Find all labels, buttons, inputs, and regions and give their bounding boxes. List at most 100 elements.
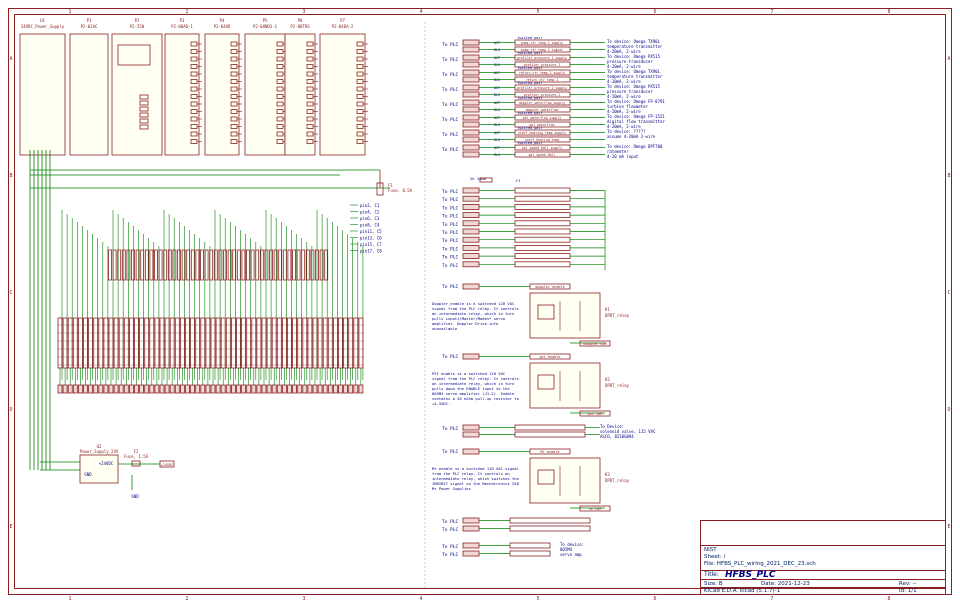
twisted-pair-label: twisted pair xyxy=(517,66,542,70)
tb-rev: Rev: -- xyxy=(899,581,917,587)
terminal-block-end xyxy=(246,384,252,394)
terminal-block xyxy=(195,317,201,369)
terminal-block-end xyxy=(103,384,109,394)
terminal-block-end xyxy=(332,384,338,394)
plc-flag xyxy=(462,46,480,53)
net-label-box xyxy=(154,249,158,281)
net-label xyxy=(514,220,571,227)
terminal-block-end xyxy=(266,384,272,394)
plc-flag xyxy=(462,121,480,128)
relay-input-net: doppler_enable xyxy=(535,285,565,289)
to-plc-label: To PLC xyxy=(442,230,459,236)
to-plc-label: To PLC xyxy=(442,527,459,533)
terminal-block xyxy=(93,317,99,369)
plc-flag xyxy=(462,203,480,210)
terminal-block-end xyxy=(348,384,354,394)
resistor-ref: F1 xyxy=(516,178,521,183)
pin-label: pin4, C2 xyxy=(360,210,380,215)
plc-flag xyxy=(462,448,480,455)
terminal-block-end xyxy=(322,384,328,394)
net-label-box xyxy=(190,249,195,281)
net-label-box xyxy=(167,249,172,281)
zone-label-right: E xyxy=(947,524,950,530)
terminal-block-end xyxy=(241,384,247,394)
plc-flag xyxy=(462,136,480,143)
zone-label-left: A xyxy=(9,56,12,62)
terminal-block xyxy=(78,317,83,369)
to-plc-label: To PLC xyxy=(442,42,459,48)
terminal-block xyxy=(144,317,150,369)
terminal-block-end xyxy=(149,384,155,394)
to-plc-label: To PLC xyxy=(442,147,459,153)
terminal-block-end xyxy=(164,384,170,394)
zone-label-top: 5 xyxy=(536,9,539,15)
terminal-block-end xyxy=(251,384,257,394)
module-name: P2-04DA-2 xyxy=(332,24,354,29)
plc-flag xyxy=(462,244,480,251)
plc-module-P1 xyxy=(69,33,109,156)
plc-flag xyxy=(462,517,480,524)
pin-label: pin8, C4 xyxy=(360,223,380,228)
net-label-box xyxy=(195,249,200,281)
net-label-box xyxy=(264,249,269,281)
terminal-block-end xyxy=(144,384,150,394)
wire-color: BLK xyxy=(494,78,501,82)
to-plc-label: To PLC xyxy=(442,544,459,550)
fuse-value: Fuse, 1.5A xyxy=(124,454,149,459)
net-label-box xyxy=(200,249,204,281)
net-label-box xyxy=(319,249,324,281)
twisted-pair-label: twisted pair xyxy=(517,126,542,130)
terminal-block-end xyxy=(134,384,139,394)
terminal-block-end xyxy=(281,384,287,394)
plc-flag xyxy=(462,228,480,235)
net-label-box xyxy=(241,249,246,281)
terminal-block-end xyxy=(297,384,303,394)
relay-input-net: Mr_enable xyxy=(541,450,560,454)
terminal-block xyxy=(266,317,272,369)
terminal-block-end xyxy=(205,384,211,394)
terminal-block xyxy=(332,317,338,369)
zone-label-right: A xyxy=(947,56,950,62)
to-plc-label: To PLC xyxy=(442,57,459,63)
zone-label-left: B xyxy=(9,173,12,179)
terminal-block xyxy=(220,317,226,369)
pin-label: pin2, C1 xyxy=(360,203,380,208)
module-ref: P5 xyxy=(263,18,268,23)
plc-flag xyxy=(462,99,480,106)
terminal-block xyxy=(297,317,303,369)
twisted-pair-label: twisted pair xyxy=(517,81,542,85)
terminal-block xyxy=(322,317,328,369)
module-ref: P7 xyxy=(340,18,345,23)
net-name: profiler_pressure_1_supply xyxy=(517,56,567,60)
relay-ref: K3 xyxy=(605,472,610,477)
to-plc-label: To PLC xyxy=(442,197,459,203)
net-label-box xyxy=(246,249,250,281)
zone-label-top: 7 xyxy=(770,9,773,15)
terminal-block xyxy=(200,317,206,369)
pin-label: pin11, C5 xyxy=(360,229,382,234)
net-label-box xyxy=(301,249,306,281)
zone-label-right: B xyxy=(947,173,950,179)
terminal-block xyxy=(210,317,216,369)
terminal-block-end xyxy=(123,384,129,394)
plc-flag xyxy=(462,69,480,76)
terminal-block xyxy=(149,317,155,369)
terminal-block-end xyxy=(292,384,298,394)
plc-flag xyxy=(462,39,480,46)
net-label-box xyxy=(227,249,232,281)
to-plc-label: To PLC xyxy=(442,189,459,195)
net-label-box xyxy=(273,249,278,281)
zone-label-bottom: 2 xyxy=(185,596,188,602)
tb-file: File: HFBS_PLC_wiring_2021_DEC_23.sch xyxy=(704,561,816,567)
plc-flag xyxy=(462,353,480,360)
terminal-block xyxy=(118,317,124,369)
terminal-block xyxy=(88,317,93,369)
terminal-block-end xyxy=(358,384,364,394)
terminal-block-end xyxy=(261,384,267,394)
zone-label-left: C xyxy=(9,290,12,296)
tb-title-label: Title: xyxy=(704,571,719,578)
terminal-block xyxy=(98,317,104,369)
terminal-block xyxy=(72,317,78,369)
zone-label-right: C xyxy=(947,290,950,296)
net-label xyxy=(514,431,586,438)
